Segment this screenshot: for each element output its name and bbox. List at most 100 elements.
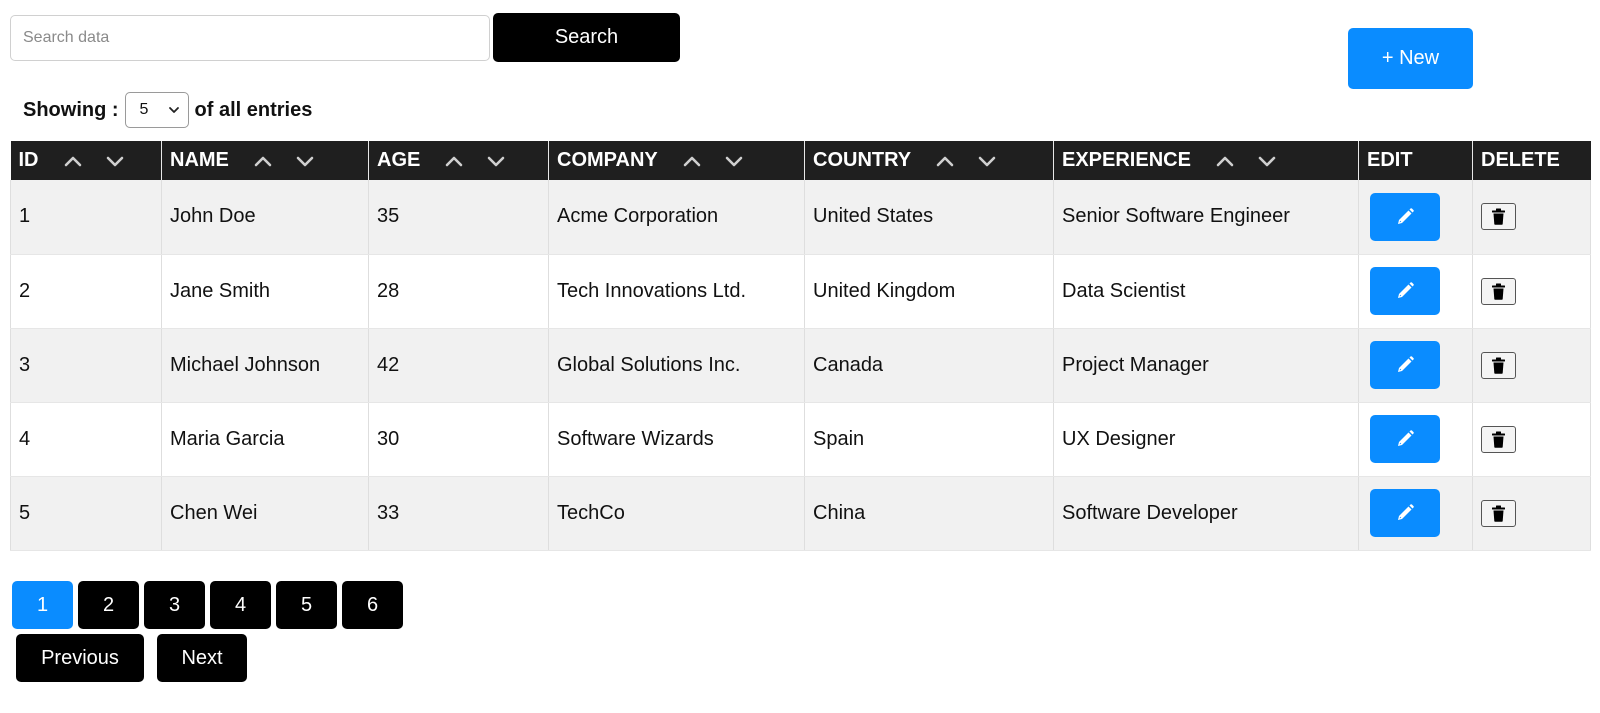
cell-age: 28: [368, 254, 549, 329]
pagination: 123456: [12, 581, 403, 629]
pencil-icon: [1398, 356, 1414, 372]
chevron-up-icon[interactable]: [680, 153, 704, 169]
cell-edit: [1358, 328, 1473, 403]
cell-age: 30: [368, 402, 549, 477]
chevron-down-icon[interactable]: [293, 153, 317, 169]
column-header-label: EXPERIENCE: [1062, 149, 1191, 171]
page-button-3[interactable]: 3: [144, 581, 205, 629]
edit-button[interactable]: [1370, 192, 1440, 241]
cell-country: United Kingdom: [804, 254, 1054, 329]
chevron-down-icon[interactable]: [975, 153, 999, 169]
cell-name: Jane Smith: [161, 254, 369, 329]
data-table: ID NAME AGE COMPANY COUNTRY EXPERIENCE EDIT DEL…: [10, 141, 1591, 551]
new-button[interactable]: + New: [1348, 28, 1473, 89]
cell-name: Chen Wei: [161, 476, 369, 551]
cell-company: Tech Innovations Ltd.: [548, 254, 805, 329]
chevron-up-icon[interactable]: [933, 153, 957, 169]
cell-id: 2: [10, 254, 162, 329]
cell-company: Global Solutions Inc.: [548, 328, 805, 403]
page-button-4[interactable]: 4: [210, 581, 271, 629]
column-header-company[interactable]: COMPANY: [548, 141, 805, 180]
cell-delete: [1472, 254, 1591, 329]
cell-country: China: [804, 476, 1054, 551]
sort-controls: [251, 153, 317, 169]
trash-icon: [1492, 431, 1505, 448]
column-header-label: DELETE: [1481, 149, 1560, 171]
column-header-name[interactable]: NAME: [161, 141, 369, 180]
cell-delete: [1472, 328, 1591, 403]
pencil-icon: [1398, 430, 1414, 446]
table-body: 1 John Doe 35 Acme Corporation United States…: [10, 180, 1591, 551]
cell-name: Maria Garcia: [161, 402, 369, 477]
cell-company: Software Wizards: [548, 402, 805, 477]
delete-button[interactable]: [1481, 499, 1516, 527]
cell-country: United States: [804, 180, 1054, 255]
cell-delete: [1472, 180, 1591, 255]
table-header-row: ID NAME AGE COMPANY COUNTRY EXPERIENCE EDIT DEL…: [10, 141, 1591, 180]
delete-button[interactable]: [1481, 425, 1516, 453]
delete-button[interactable]: [1481, 203, 1516, 231]
chevron-up-icon[interactable]: [251, 153, 275, 169]
entries-select-value: 5: [139, 101, 149, 118]
edit-button[interactable]: [1370, 341, 1440, 389]
cell-id: 1: [10, 180, 162, 255]
cell-age: 35: [368, 180, 549, 255]
chevron-up-icon[interactable]: [442, 153, 466, 169]
entries-per-page-select[interactable]: 5: [124, 92, 189, 128]
chevron-down-icon[interactable]: [103, 153, 127, 169]
edit-button[interactable]: [1370, 267, 1440, 315]
delete-button[interactable]: [1481, 351, 1516, 379]
pencil-icon: [1398, 504, 1414, 520]
column-header-age[interactable]: AGE: [368, 141, 549, 180]
showing-suffix: of all entries: [194, 98, 313, 121]
sort-controls: [442, 153, 508, 169]
column-header-label: ID: [18, 149, 39, 171]
search-button[interactable]: Search: [493, 13, 680, 62]
cell-country: Canada: [804, 328, 1054, 403]
edit-button[interactable]: [1370, 489, 1440, 537]
cell-experience: UX Designer: [1053, 402, 1359, 477]
sort-controls: [933, 153, 999, 169]
previous-button[interactable]: Previous: [16, 634, 144, 682]
chevron-down-icon[interactable]: [484, 153, 508, 169]
page-button-5[interactable]: 5: [276, 581, 337, 629]
trash-icon: [1492, 208, 1505, 226]
trash-icon: [1492, 357, 1505, 374]
sort-controls: [61, 153, 127, 169]
cell-country: Spain: [804, 402, 1054, 477]
chevron-down-icon[interactable]: [1255, 153, 1279, 169]
cell-edit: [1358, 254, 1473, 329]
edit-button[interactable]: [1370, 415, 1440, 463]
column-header-delete: DELETE: [1472, 141, 1591, 180]
sort-controls: [1213, 153, 1279, 169]
table-row: 2 Jane Smith 28 Tech Innovations Ltd. United…: [10, 254, 1591, 329]
cell-id: 3: [10, 328, 162, 403]
cell-name: John Doe: [161, 180, 369, 255]
cell-edit: [1358, 402, 1473, 477]
column-header-label: NAME: [170, 149, 229, 171]
cell-name: Michael Johnson: [161, 328, 369, 403]
sort-controls: [680, 153, 746, 169]
chevron-up-icon[interactable]: [1213, 153, 1237, 169]
chevron-up-icon[interactable]: [61, 153, 85, 169]
column-header-experience[interactable]: EXPERIENCE: [1053, 141, 1359, 180]
page-button-2[interactable]: 2: [78, 581, 139, 629]
cell-experience: Project Manager: [1053, 328, 1359, 403]
cell-experience: Software Developer: [1053, 476, 1359, 551]
search-input[interactable]: [10, 15, 490, 61]
cell-experience: Data Scientist: [1053, 254, 1359, 329]
chevron-down-icon[interactable]: [722, 153, 746, 169]
column-header-label: EDIT: [1367, 149, 1413, 171]
delete-button[interactable]: [1481, 277, 1516, 305]
pencil-icon: [1398, 207, 1414, 224]
cell-age: 42: [368, 328, 549, 403]
pencil-icon: [1398, 282, 1414, 298]
table-row: 5 Chen Wei 33 TechCo China Software Developer: [10, 476, 1591, 551]
column-header-id[interactable]: ID: [10, 141, 162, 180]
page-button-1[interactable]: 1: [12, 581, 73, 629]
page-button-6[interactable]: 6: [342, 581, 403, 629]
table-row: 3 Michael Johnson 42 Global Solutions Inc. C…: [10, 328, 1591, 403]
next-button[interactable]: Next: [157, 634, 247, 682]
column-header-country[interactable]: COUNTRY: [804, 141, 1054, 180]
cell-delete: [1472, 402, 1591, 477]
